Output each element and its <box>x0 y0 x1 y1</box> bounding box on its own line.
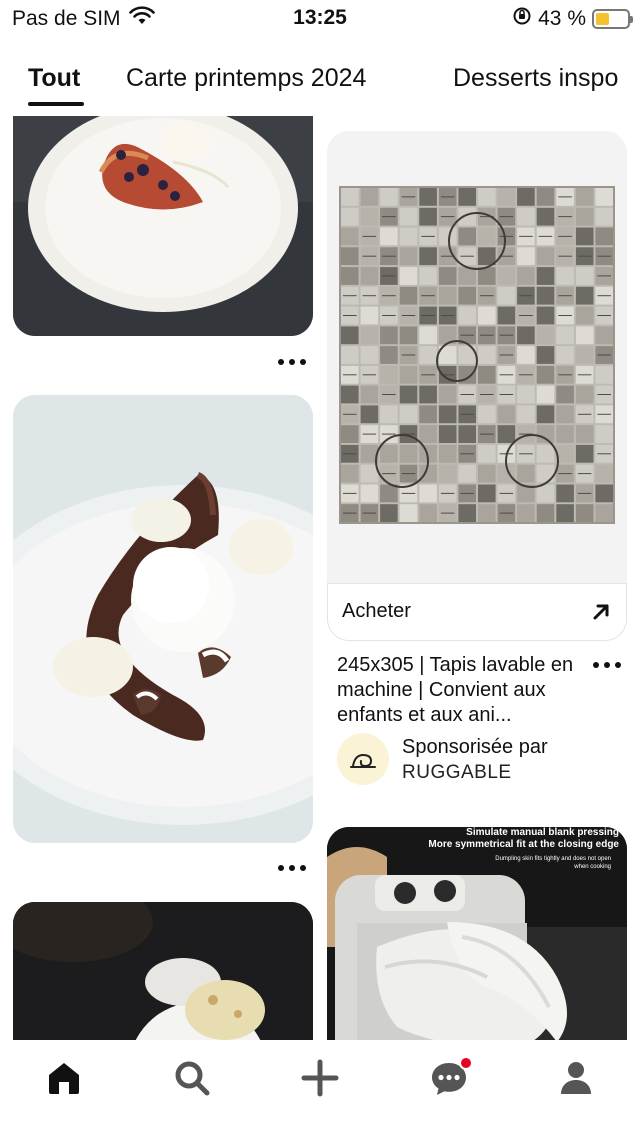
tab-carte-printemps-2024[interactable]: Carte printemps 2024 <box>126 64 366 93</box>
advertiser-avatar[interactable] <box>337 733 389 785</box>
pin-dumpling-press-ad[interactable]: Simulate manual blank pressing More symm… <box>327 827 627 1040</box>
tab-desserts-inspo[interactable]: Desserts inspo <box>453 64 618 93</box>
pin-feed[interactable]: Acheter 245x305 | Tapis lavable en machi… <box>0 116 640 1040</box>
profile-icon <box>561 1062 591 1094</box>
home-icon <box>49 1063 79 1094</box>
nav-search-button[interactable] <box>172 1058 212 1098</box>
search-icon <box>175 1061 210 1096</box>
buy-button-label: Acheter <box>342 600 411 622</box>
status-bar: Pas de SIM 13:25 43 % <box>0 0 640 36</box>
sponsored-pin-title[interactable]: 245x305 | Tapis lavable en machine | Con… <box>337 653 587 728</box>
nav-create-button[interactable] <box>300 1058 340 1098</box>
more-options-button[interactable] <box>593 660 621 670</box>
more-options-button[interactable] <box>278 863 306 873</box>
tab-active-indicator <box>28 102 84 106</box>
tab-tout[interactable]: Tout <box>28 64 80 93</box>
board-tabs: Tout Carte printemps 2024 Desserts inspo <box>0 56 640 112</box>
battery-icon <box>592 9 633 29</box>
bottom-navigation <box>0 1040 640 1138</box>
nav-messages-button[interactable] <box>429 1056 473 1098</box>
advertiser-name[interactable]: RUGGABLE <box>402 762 512 784</box>
nav-home-button[interactable] <box>44 1058 84 1098</box>
rug-product-image <box>327 131 627 601</box>
ruggable-logo-icon <box>350 753 376 768</box>
sponsored-pin-rug[interactable] <box>327 131 627 641</box>
pin-dessert-tart-image <box>13 116 313 336</box>
pin-dessert-white-image <box>13 902 313 1040</box>
rotation-lock-icon <box>512 6 532 32</box>
more-options-button[interactable] <box>278 357 306 367</box>
ad-subtext: Dumpling skin fits tightly and does not … <box>495 856 611 870</box>
battery-fill <box>596 13 609 25</box>
pin-dessert-tart[interactable] <box>13 116 313 336</box>
notification-badge <box>459 1056 473 1070</box>
buy-button[interactable]: Acheter <box>327 583 627 641</box>
nav-profile-button[interactable] <box>556 1058 596 1098</box>
pin-dessert-chocolate-coconut[interactable] <box>13 395 313 843</box>
pin-dessert-chocolate-coconut-image <box>13 395 313 843</box>
plus-icon <box>301 1059 339 1097</box>
status-right-group: 43 % <box>512 6 633 32</box>
battery-percent: 43 % <box>538 7 586 30</box>
arrow-up-right-icon <box>588 599 614 625</box>
ad-headline-line2: More symmetrical fit at the closing edge <box>428 839 619 850</box>
ad-headline-line1: Simulate manual blank pressing <box>466 827 619 838</box>
ad-headline: Simulate manual blank pressing More symm… <box>428 827 619 851</box>
pin-dessert-white[interactable] <box>13 902 313 1040</box>
sponsored-label: Sponsorisée par <box>402 736 548 758</box>
